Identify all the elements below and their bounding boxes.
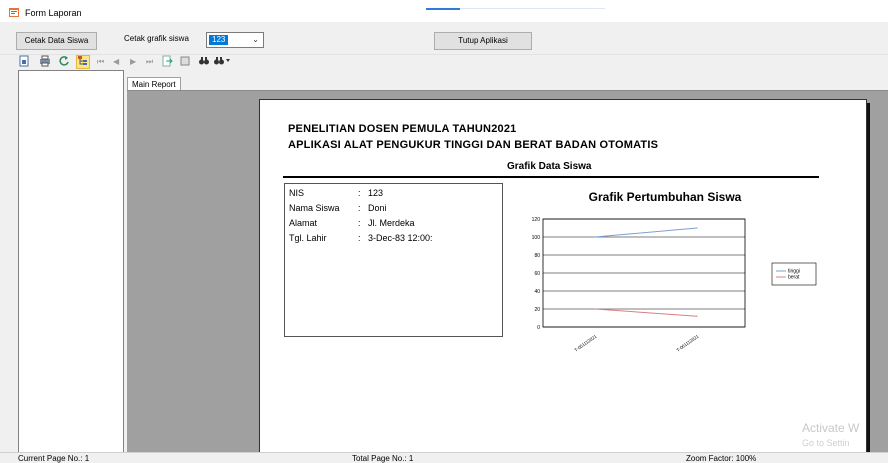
- info-label: Tgl. Lahir: [289, 233, 327, 243]
- group-tree-panel[interactable]: [18, 70, 124, 454]
- report-title-line2: APLIKASI ALAT PENGUKUR TINGGI DAN BERAT …: [288, 139, 659, 151]
- info-separator: :: [358, 218, 361, 228]
- info-value: 3-Dec-83 12:00:: [368, 233, 433, 243]
- data-point-tinggi: [594, 236, 596, 238]
- x-tick-label: T-061112021: [676, 333, 700, 352]
- info-separator: :: [358, 188, 361, 198]
- window-title-bar: Form Laporan: [0, 0, 888, 22]
- y-tick-label: 20: [534, 307, 540, 313]
- last-page-icon[interactable]: ⏭: [146, 56, 153, 68]
- y-tick-label: 80: [534, 253, 540, 259]
- data-point-tinggi: [696, 227, 698, 229]
- y-tick-label: 120: [532, 217, 541, 223]
- legend-label-berat: berat: [788, 275, 800, 281]
- title-accent: [426, 8, 460, 10]
- y-tick-label: 40: [534, 289, 540, 295]
- info-separator: :: [358, 233, 361, 243]
- window-title: Form Laporan: [25, 8, 82, 18]
- y-tick-label: 100: [532, 235, 541, 241]
- zoom-icon[interactable]: [213, 55, 231, 69]
- siswa-combo-value: 123: [209, 35, 229, 45]
- print-icon[interactable]: [38, 55, 52, 69]
- y-tick-label: 60: [534, 271, 540, 277]
- info-separator: :: [358, 203, 361, 213]
- report-subtitle: Grafik Data Siswa: [507, 161, 592, 172]
- report-title-line1: PENELITIAN DOSEN PEMULA TAHUN2021: [288, 123, 517, 135]
- growth-chart: Grafik Pertumbuhan Siswa 0 20 40 60 80 100 120 T…: [532, 190, 817, 353]
- current-page-status: Current Page No.: 1: [18, 454, 90, 463]
- prev-page-icon[interactable]: ◀: [113, 56, 119, 68]
- first-page-icon[interactable]: ⏮: [97, 56, 104, 68]
- info-label: NIS: [289, 188, 305, 198]
- activation-watermark-line1: Activate W: [802, 421, 860, 435]
- search-icon[interactable]: [197, 55, 211, 69]
- info-value: 123: [368, 188, 384, 198]
- next-page-icon[interactable]: ▶: [130, 56, 136, 68]
- group-tree-icon[interactable]: [76, 55, 90, 69]
- chevron-down-icon[interactable]: ⌄: [252, 33, 259, 47]
- info-label: Alamat: [289, 218, 318, 228]
- info-label: Nama Siswa: [289, 203, 340, 213]
- stop-icon[interactable]: [178, 55, 192, 69]
- y-tick-label: 0: [537, 325, 540, 331]
- data-point-berat: [696, 315, 698, 317]
- title-accent-line: [460, 8, 605, 9]
- chart-title: Grafik Pertumbuhan Siswa: [589, 190, 742, 204]
- zoom-factor-status: Zoom Factor: 100%: [686, 454, 757, 463]
- report-toolbar: ⏮ ◀ ▶ ⏭: [0, 55, 888, 69]
- cetak-grafik-label: Cetak grafik siswa: [124, 34, 189, 43]
- info-value: Doni: [368, 203, 387, 213]
- total-page-status: Total Page No.: 1: [352, 454, 414, 463]
- report-divider: [283, 176, 819, 178]
- form-app-icon: [9, 8, 19, 17]
- tab-main-report[interactable]: Main Report: [127, 77, 181, 91]
- tutup-aplikasi-button[interactable]: Tutup Aplikasi: [434, 32, 532, 50]
- export-icon[interactable]: [17, 55, 31, 69]
- info-value: Jl. Merdeka: [368, 218, 415, 228]
- siswa-combo[interactable]: 123 ⌄: [206, 32, 264, 48]
- goto-page-icon[interactable]: [160, 55, 174, 69]
- activation-watermark-line2: Go to Settin: [802, 438, 850, 448]
- x-tick-label: T-051112021: [574, 333, 598, 352]
- refresh-icon[interactable]: [57, 55, 71, 69]
- cetak-data-siswa-button[interactable]: Cetak Data Siswa: [16, 32, 97, 50]
- data-point-berat: [594, 308, 596, 310]
